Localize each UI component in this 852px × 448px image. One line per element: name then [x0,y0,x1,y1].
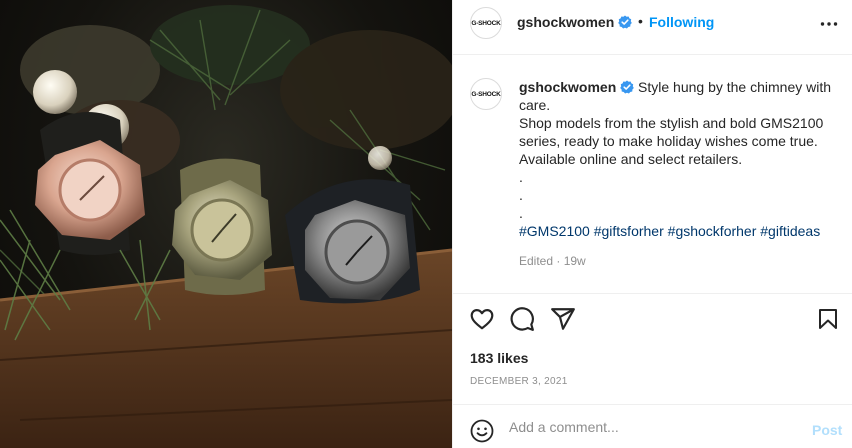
caption-line-2: Shop models from the stylish and bold GM… [519,115,824,149]
avatar-logo-text: G-SHOCK [471,19,501,27]
caption-dot: . [519,169,523,185]
edited-timestamp[interactable]: Edited · 19w [519,254,586,268]
caption-section: G-SHOCK gshockwomen Style hung by the ch… [453,56,852,294]
steel-watch [285,179,420,304]
paper-plane-icon[interactable] [550,306,576,332]
caption-line-3: Available online and select retailers. [519,151,743,167]
post-date[interactable]: DECEMBER 3, 2021 [470,376,568,387]
comment-bar: Post [453,404,852,448]
post-header: G-SHOCK gshockwomen • Following [453,0,852,55]
instagram-post: G-SHOCK gshockwomen • Following G-SHOCK … [0,0,852,448]
comment-input[interactable] [509,416,799,438]
likes-count[interactable]: 183 likes [470,350,528,366]
hashtag-link[interactable]: #giftsforher [594,223,664,239]
caption-text: gshockwomen Style hung by the chimney wi… [519,78,845,240]
caption-dot: . [519,205,523,221]
avatar-logo-text: G-SHOCK [471,90,501,98]
caption-dot: . [519,187,523,203]
header-separator: • [638,13,643,29]
verified-badge-icon [620,80,634,94]
hashtag-link[interactable]: #GMS2100 [519,223,590,239]
profile-avatar[interactable]: G-SHOCK [470,7,502,39]
action-bar [453,306,852,336]
more-options-icon[interactable] [820,15,838,33]
post-side-panel: G-SHOCK gshockwomen • Following G-SHOCK … [452,0,852,448]
post-comment-button[interactable]: Post [812,422,842,438]
caption-username[interactable]: gshockwomen [519,79,616,95]
olive-watch [172,158,272,295]
watch-photo-illustration [0,5,452,448]
emoji-icon[interactable] [470,419,494,443]
caption-avatar[interactable]: G-SHOCK [470,78,502,110]
comment-icon[interactable] [509,306,535,332]
heart-icon[interactable] [469,306,495,332]
bookmark-icon[interactable] [816,306,840,332]
post-photo[interactable] [0,0,452,448]
following-button[interactable]: Following [649,14,714,30]
verified-badge-icon [618,15,632,29]
hashtag-list: #GMS2100 #giftsforher #gshockforher #gif… [519,222,845,240]
hashtag-link[interactable]: #giftideas [760,223,820,239]
header-username[interactable]: gshockwomen [517,14,614,30]
hashtag-link[interactable]: #gshockforher [668,223,757,239]
